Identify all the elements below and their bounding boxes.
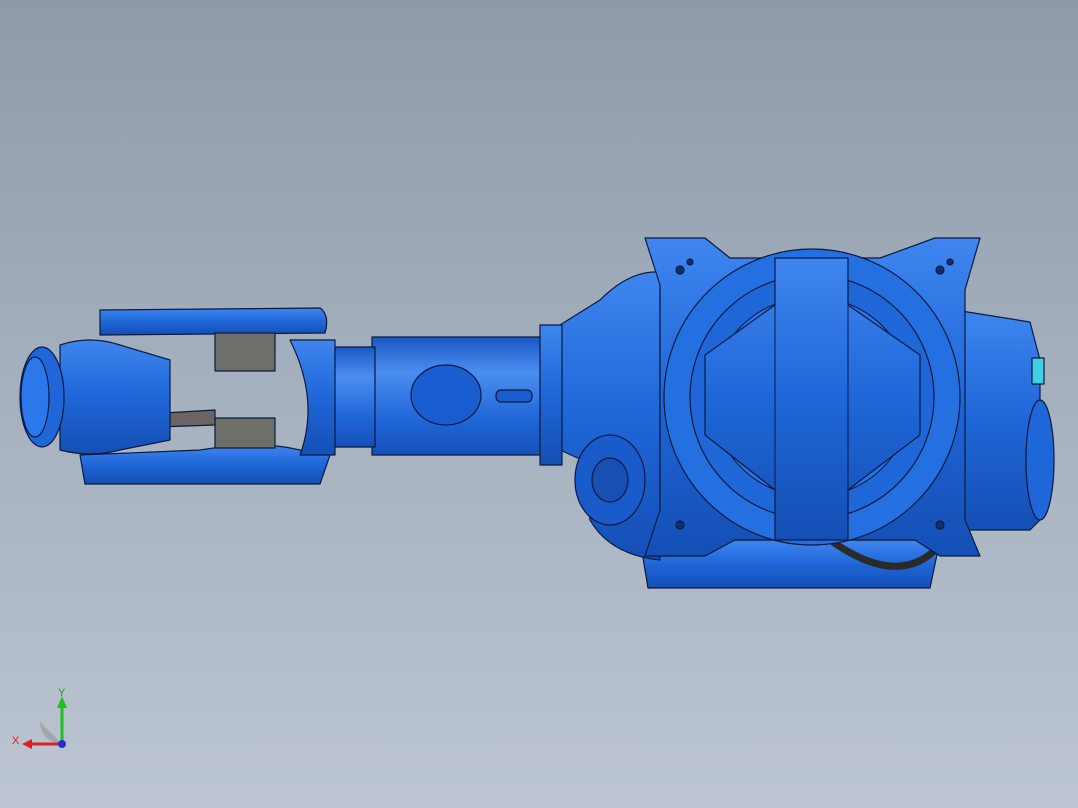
wrist xyxy=(59,339,171,455)
y-axis-label: Y xyxy=(58,687,66,699)
gearbox-lower xyxy=(214,417,276,449)
coordinate-triad: Y X xyxy=(10,686,80,756)
cad-viewport[interactable]: Y X xyxy=(0,0,1078,808)
x-axis-label: X xyxy=(12,735,20,747)
right-motor-housing xyxy=(954,309,1041,531)
inspection-cover xyxy=(410,364,482,426)
connector-cyan xyxy=(1031,357,1045,385)
robot-arm-model[interactable] xyxy=(0,0,1078,808)
gearbox-upper xyxy=(214,332,276,372)
coupling xyxy=(329,346,376,448)
forearm-upper-rail xyxy=(99,307,328,336)
